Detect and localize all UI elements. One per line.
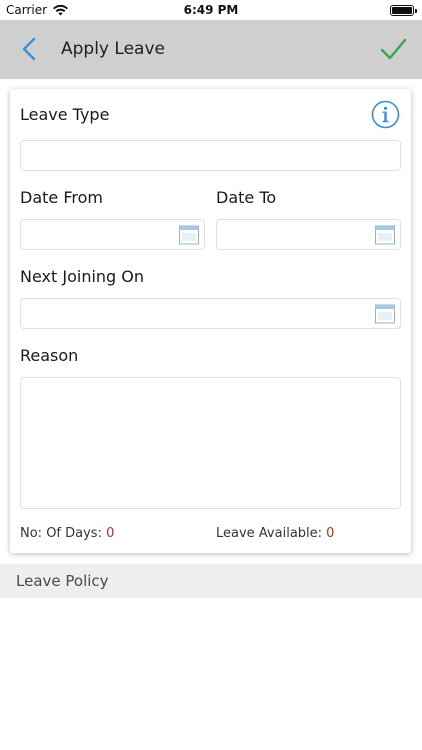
leave-policy-label: Leave Policy (16, 572, 109, 590)
date-from-label: Date From (20, 188, 103, 207)
leave-policy-row[interactable]: Leave Policy (0, 564, 422, 598)
days-label: No: Of Days: (20, 526, 102, 541)
leave-type-field[interactable] (20, 140, 401, 171)
battery-tip (415, 9, 417, 13)
available-value: 0 (326, 526, 335, 541)
page-title: Apply Leave (61, 39, 165, 59)
calendar-icon (179, 225, 199, 245)
calendar-icon (375, 225, 395, 245)
date-to-label: Date To (216, 188, 277, 207)
status-bar: Carrier 6:49 PM (0, 0, 422, 20)
calendar-icon (375, 304, 395, 324)
battery-icon (390, 5, 417, 16)
clock: 6:49 PM (183, 3, 239, 17)
battery-level (392, 7, 412, 14)
days-count: No: Of Days: 0 (20, 526, 114, 541)
reason-label: Reason (20, 346, 79, 365)
info-button[interactable] (371, 100, 400, 129)
leave-type-label: Leave Type (20, 105, 110, 124)
available-label: Leave Available: (216, 526, 323, 541)
reason-textarea[interactable] (20, 377, 401, 509)
leave-form-card: Leave Type Date From Date To Next Joinin… (10, 89, 411, 553)
nav-header: Apply Leave (0, 20, 422, 79)
back-button[interactable] (14, 32, 48, 66)
next-joining-label: Next Joining On (20, 267, 145, 286)
next-joining-field[interactable] (20, 298, 401, 329)
leave-available: Leave Available: 0 (216, 526, 334, 541)
days-value: 0 (106, 526, 115, 541)
date-to-field[interactable] (216, 219, 401, 250)
info-icon (371, 100, 400, 129)
checkmark-icon (380, 38, 407, 60)
submit-button[interactable] (376, 32, 410, 66)
date-from-field[interactable] (20, 219, 205, 250)
chevron-left-icon (22, 37, 36, 61)
